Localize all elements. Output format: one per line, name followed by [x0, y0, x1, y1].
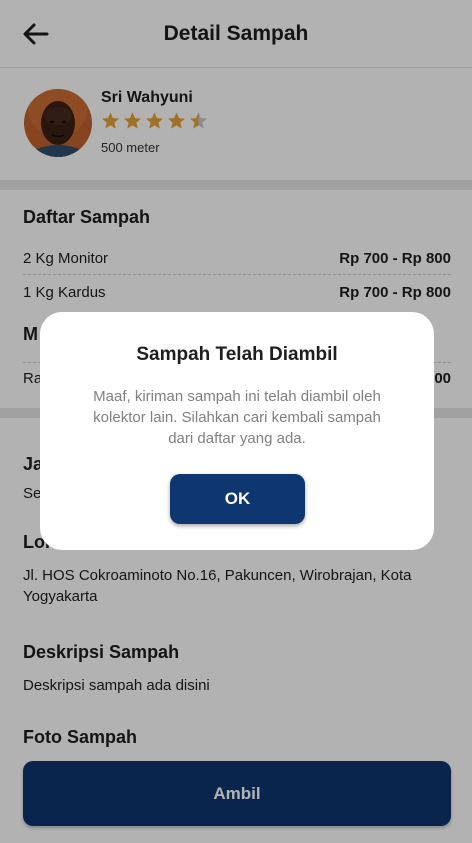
ok-button[interactable]: OK [170, 474, 305, 524]
dialog-title: Sampah Telah Diambil [136, 344, 338, 365]
alert-dialog: Sampah Telah Diambil Maaf, kiriman sampa… [40, 312, 434, 550]
dialog-message: Maaf, kiriman sampah ini telah diambil o… [93, 388, 381, 447]
